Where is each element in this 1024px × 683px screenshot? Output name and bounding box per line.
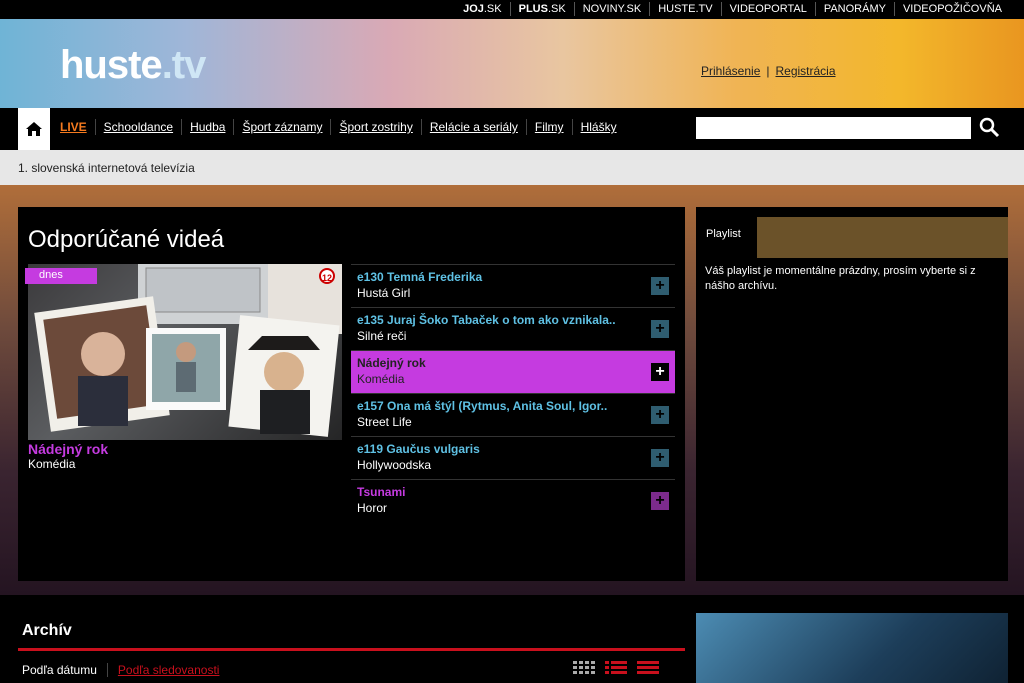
promo-banner[interactable]: [696, 613, 1008, 683]
top-link-suffix: .SK: [547, 3, 566, 15]
top-link-2[interactable]: NOVINY.SK: [573, 2, 650, 16]
sort-by-date[interactable]: Podľa dátumu: [22, 663, 97, 677]
sort-by-views[interactable]: Podľa sledovanosti: [106, 663, 219, 677]
add-to-playlist-button[interactable]: +: [651, 320, 669, 338]
age-rating-badge: 12: [319, 268, 335, 284]
add-to-playlist-button[interactable]: +: [651, 363, 669, 381]
top-link-label: NOVINY.SK: [582, 3, 642, 15]
add-to-playlist-button[interactable]: +: [651, 492, 669, 510]
video-title[interactable]: e135 Juraj Šoko Tabaček o tom ako vznika…: [357, 313, 637, 327]
archive-divider: [18, 648, 685, 651]
grid-view-icon[interactable]: [573, 661, 595, 675]
auth-links: Prihlásenie | Registrácia: [701, 64, 836, 78]
video-show: Horor: [357, 501, 388, 515]
featured-thumbnail[interactable]: [28, 264, 342, 440]
archive-sort: Podľa dátumu Podľa sledovanosti: [22, 663, 219, 677]
nav-item-2[interactable]: Hudba: [181, 119, 233, 135]
video-title[interactable]: Tsunami: [357, 485, 637, 499]
home-icon: [26, 122, 42, 136]
nav-item-0[interactable]: LIVE: [52, 119, 95, 135]
recommended-heading: Odporúčané videá: [28, 226, 225, 253]
home-button[interactable]: [18, 108, 50, 150]
nav-item-1[interactable]: Schooldance: [94, 119, 181, 135]
header-banner: huste.tv: [0, 19, 1024, 108]
video-title[interactable]: e130 Temná Frederika: [357, 270, 637, 284]
top-link-label: VIDEOPORTAL: [729, 3, 807, 15]
top-link-label: VIDEOPOŽIČOVŇA: [902, 3, 1002, 15]
add-to-playlist-button[interactable]: +: [651, 277, 669, 295]
logo-text: huste: [60, 43, 163, 87]
nav-item-4[interactable]: Šport zostrihy: [330, 119, 420, 135]
register-link[interactable]: Registrácia: [776, 64, 836, 78]
video-list-item[interactable]: e157 Ona má štýl (Rytmus, Anita Soul, Ig…: [351, 393, 675, 436]
top-link-label: PLUS: [518, 3, 548, 15]
video-list-item[interactable]: Tsunami Horor +: [351, 479, 675, 522]
top-link-suffix: .SK: [483, 3, 502, 15]
top-link-4[interactable]: VIDEOPORTAL: [720, 2, 815, 16]
login-link[interactable]: Prihlásenie: [701, 64, 760, 78]
nav-item-3[interactable]: Šport záznamy: [233, 119, 330, 135]
tab-playlist[interactable]: Playlist: [696, 207, 757, 258]
top-link-label: PANORÁMY: [823, 3, 886, 15]
auth-separator: |: [766, 64, 770, 78]
featured-genre: Komédia: [28, 457, 76, 471]
video-list-item[interactable]: Nádejný rok Komédia +: [351, 350, 675, 393]
top-link-1[interactable]: PLUS.SK: [509, 2, 574, 16]
top-links: JOJ.SK PLUS.SK NOVINY.SK HUSTE.TV VIDEOPORTA…: [455, 2, 1010, 16]
search-input[interactable]: [696, 117, 971, 139]
top-bar: JOJ.SK PLUS.SK NOVINY.SK HUSTE.TV VIDEOPORTA…: [0, 0, 1024, 19]
list-view-icon[interactable]: [605, 661, 627, 675]
today-badge: dnes: [25, 268, 97, 284]
compact-view-icon[interactable]: [637, 661, 659, 675]
video-list-item[interactable]: e135 Juraj Šoko Tabaček o tom ako vznika…: [351, 307, 675, 350]
video-list: e130 Temná Frederika Hustá Girl + e135 Jura…: [351, 264, 675, 522]
playlist-empty-text: Váš playlist je momentálne prázdny, pros…: [705, 265, 976, 292]
top-link-3[interactable]: HUSTE.TV: [649, 2, 720, 16]
video-list-item[interactable]: e130 Temná Frederika Hustá Girl +: [351, 264, 675, 307]
search-icon[interactable]: [978, 116, 1000, 138]
nav-item-6[interactable]: Filmy: [525, 119, 572, 135]
featured-title[interactable]: Nádejný rok: [28, 441, 108, 457]
nav-item-7[interactable]: Hlášky: [571, 119, 625, 135]
nav-items: LIVE Schooldance Hudba Šport záznamy Šport z…: [52, 119, 625, 135]
featured-image: [34, 264, 342, 437]
tagline: 1. slovenská internetová televízia: [18, 161, 195, 175]
add-to-playlist-button[interactable]: +: [651, 449, 669, 467]
video-show: Street Life: [357, 415, 412, 429]
video-list-item[interactable]: e119 Gaučus vulgaris Hollywoodska +: [351, 436, 675, 479]
top-link-6[interactable]: VIDEOPOŽIČOVŇA: [893, 2, 1010, 16]
video-show: Silné reči: [357, 329, 407, 343]
video-show: Hustá Girl: [357, 286, 411, 300]
site-logo[interactable]: huste.tv: [60, 43, 207, 88]
logo-suffix: .tv: [161, 43, 207, 87]
top-link-label: HUSTE.TV: [658, 3, 713, 15]
video-title[interactable]: e119 Gaučus vulgaris: [357, 442, 637, 456]
add-to-playlist-button[interactable]: +: [651, 406, 669, 424]
top-link-label: JOJ: [463, 3, 484, 15]
video-title[interactable]: e157 Ona má štýl (Rytmus, Anita Soul, Ig…: [357, 399, 637, 413]
view-toggles: [573, 661, 659, 675]
tagline-bar: 1. slovenská internetová televízia: [0, 150, 1024, 185]
top-link-0[interactable]: JOJ.SK: [455, 2, 510, 16]
video-title[interactable]: Nádejný rok: [357, 356, 637, 370]
video-show: Hollywoodska: [357, 458, 432, 472]
top-link-5[interactable]: PANORÁMY: [814, 2, 894, 16]
video-show: Komédia: [357, 372, 405, 386]
archive-heading: Archív: [22, 622, 72, 639]
nav-item-5[interactable]: Relácie a seriály: [420, 119, 526, 135]
